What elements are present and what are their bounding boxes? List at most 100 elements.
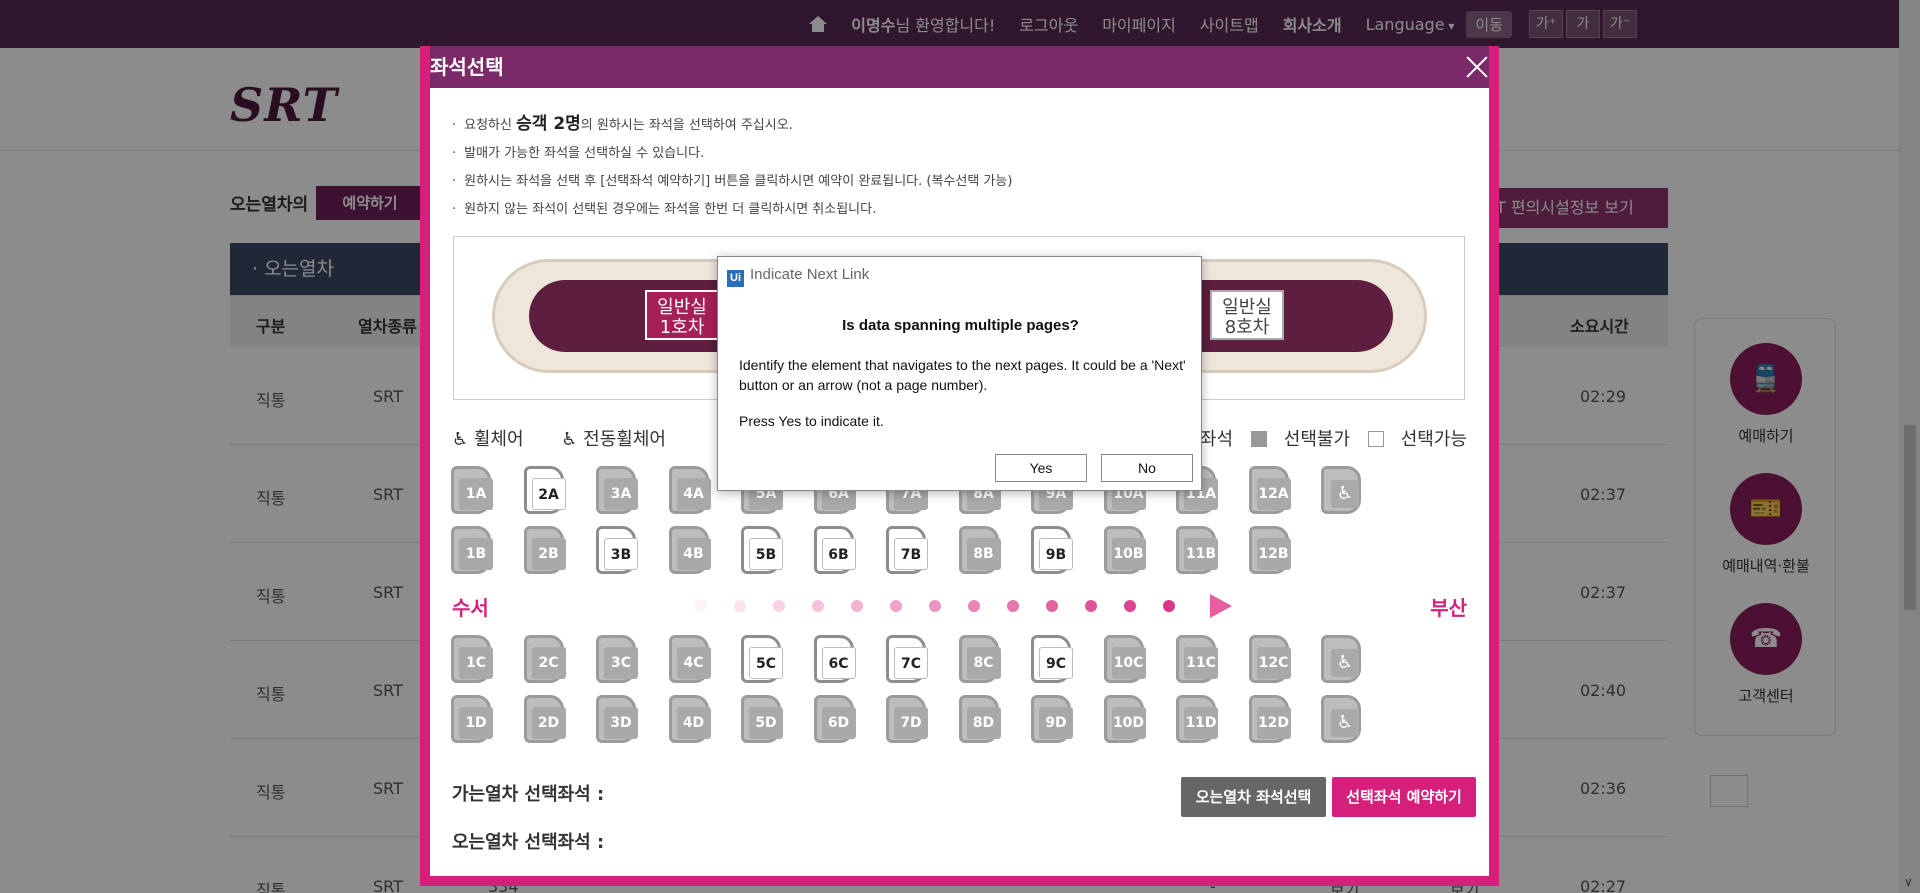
seat-9B[interactable]: 9B [1031,526,1073,574]
seat-label: 5C [749,647,783,679]
seat-10D[interactable]: 10D [1103,695,1146,743]
car-1-button[interactable]: 일반실 1호차 [645,290,719,340]
seat-7C[interactable]: 7C [886,635,928,683]
dialog-title: Ui Indicate Next Link [727,266,869,287]
seat-label: 10C [1111,647,1146,679]
no-button[interactable]: No [1101,454,1193,482]
seat-6C[interactable]: 6C [813,635,856,683]
direction-dot [1046,600,1058,612]
seat-7B[interactable]: 7B [886,526,928,574]
wheelchair-seat: ♿ [1321,466,1363,514]
direction-dot [1163,600,1175,612]
direction-dot [1007,600,1019,612]
legend-status: 택좌석 선택불가 선택가능 [1171,425,1467,451]
destination-station: 부산 [1430,596,1467,620]
seat-5C[interactable]: 5C [741,635,783,683]
seat-4D[interactable]: 4D [668,695,711,743]
seat-3A[interactable]: 3A [596,466,638,514]
seat-label: 2C [531,647,566,679]
seat-label: 5B [749,538,783,570]
seat-label: 6B [821,538,856,570]
return-seat-select-button[interactable]: 오는열차 좌석선택 [1181,777,1326,817]
dialog-question: Is data spanning multiple pages? [842,317,1079,334]
seat-4B[interactable]: 4B [668,526,711,574]
seat-label: 7B [894,538,928,570]
seat-11D[interactable]: 11D [1176,695,1218,743]
seat-8C[interactable]: 8C [958,635,1001,683]
uipath-logo-icon: Ui [727,270,744,287]
seat-2A[interactable]: 2A [523,466,566,514]
seat-10B[interactable]: 10B [1103,526,1146,574]
seat-12B[interactable]: 12B [1248,526,1291,574]
seat-label: 10D [1111,707,1146,739]
seat-label: 11B [1184,538,1218,570]
seat-label: 2B [531,538,566,570]
direction-dot [890,600,902,612]
seat-label: 6D [821,707,856,739]
instruction-1: 요청하신 승객 2명의 원하시는 좌석을 선택하여 주십시오. [452,116,1012,134]
seat-8D[interactable]: 8D [958,695,1001,743]
modal-header: 좌석선택 [430,46,1489,88]
seat-12A[interactable]: 12A [1248,466,1291,514]
seat-11B[interactable]: 11B [1176,526,1218,574]
seat-12D[interactable]: 12D [1248,695,1291,743]
direction-arrow-icon [1210,594,1232,618]
seat-label: 4C [676,647,711,679]
seat-label: 7D [894,707,928,739]
seat-5D[interactable]: 5D [741,695,783,743]
car-8-button[interactable]: 일반실 8호차 [1210,290,1284,340]
seat-7D[interactable]: 7D [886,695,928,743]
seat-4A[interactable]: 4A [668,466,711,514]
seat-label: 1C [459,647,493,679]
seat-5B[interactable]: 5B [741,526,783,574]
seat-label: 9B [1039,538,1073,570]
seat-12C[interactable]: 12C [1248,635,1291,683]
wheelchair-icon: ♿ [1331,649,1359,677]
outbound-selected-seats: 가는열차 선택좌석 : [452,784,605,805]
seat-3C[interactable]: 3C [596,635,638,683]
seat-3D[interactable]: 3D [596,695,638,743]
seat-9C[interactable]: 9C [1031,635,1073,683]
seat-label: 1A [459,478,493,510]
seat-3B[interactable]: 3B [596,526,638,574]
dialog-body: Identify the element that navigates to t… [739,357,1186,393]
unavailable-legend: 선택불가 [1250,429,1350,450]
seat-6B[interactable]: 6B [813,526,856,574]
seat-2C[interactable]: 2C [523,635,566,683]
seat-label: 9C [1039,647,1073,679]
seat-2B[interactable]: 2B [523,526,566,574]
seat-label: 3B [604,538,638,570]
seat-10C[interactable]: 10C [1103,635,1146,683]
seat-label: 2A [531,478,566,510]
seat-label: 3D [604,707,638,739]
seat-label: 12D [1256,707,1291,739]
seat-1C[interactable]: 1C [451,635,493,683]
seat-label: 11D [1184,707,1218,739]
available-legend: 선택가능 [1367,429,1467,450]
wheelchair-icon: ♿ [1331,709,1359,737]
seat-label: 2D [531,707,566,739]
seat-9D[interactable]: 9D [1031,695,1073,743]
seat-6D[interactable]: 6D [813,695,856,743]
seat-label: 12C [1256,647,1291,679]
seat-label: 1B [459,538,493,570]
direction-dot [812,600,824,612]
wheelchair-legend: ♿ 휠체어 [452,429,524,450]
seat-1A[interactable]: 1A [451,466,493,514]
indicate-next-link-dialog: Ui Indicate Next Link Is data spanning mu… [717,256,1202,491]
seat-2D[interactable]: 2D [523,695,566,743]
legend-wheelchair: ♿ 휠체어 ♿ 전동휠체어 [452,425,698,451]
instructions: 요청하신 승객 2명의 원하시는 좌석을 선택하여 주십시오. 발매가 가능한 … [452,116,1012,230]
seat-label: 4A [676,478,711,510]
origin-station: 수서 [452,596,489,620]
book-selected-seats-button[interactable]: 선택좌석 예약하기 [1332,777,1476,817]
wheelchair-seat: ♿ [1321,695,1363,743]
seat-11C[interactable]: 11C [1176,635,1218,683]
close-icon[interactable] [1463,53,1489,81]
seat-label: 10B [1111,538,1146,570]
seat-4C[interactable]: 4C [668,635,711,683]
seat-1D[interactable]: 1D [451,695,493,743]
yes-button[interactable]: Yes [995,454,1087,482]
seat-1B[interactable]: 1B [451,526,493,574]
seat-8B[interactable]: 8B [958,526,1001,574]
